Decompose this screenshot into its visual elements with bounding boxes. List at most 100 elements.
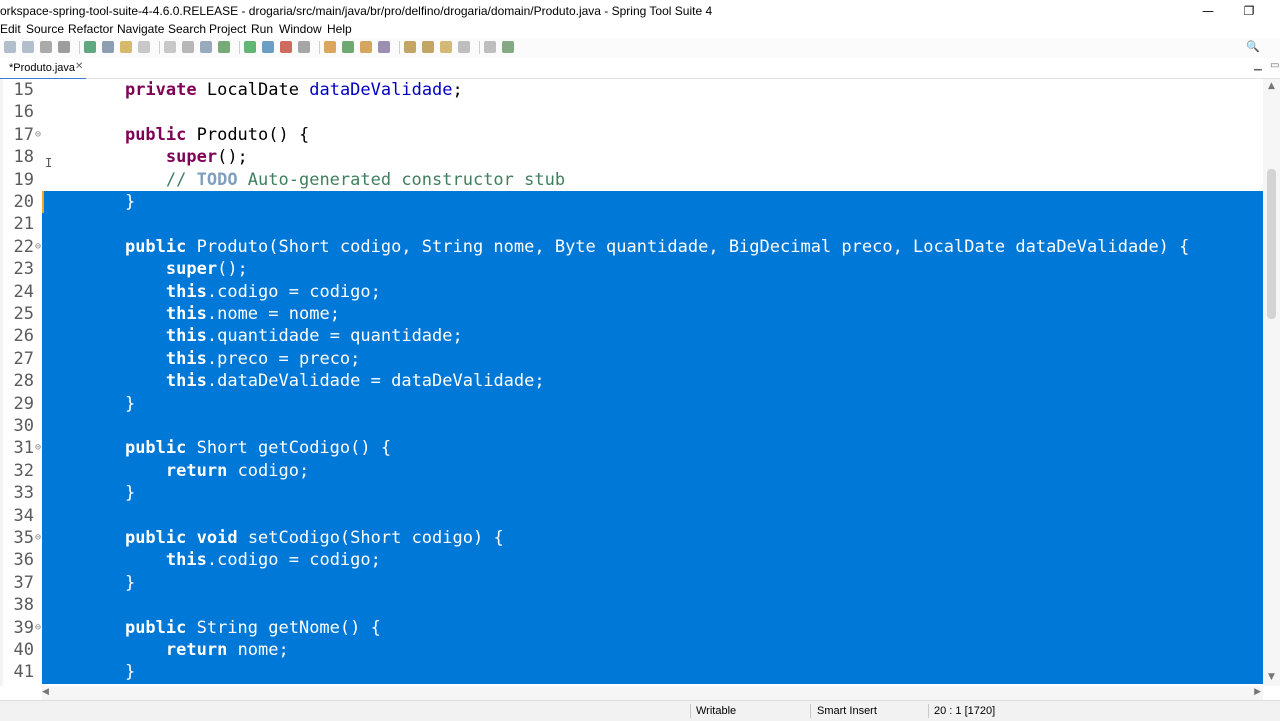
toolbar-separator (79, 41, 80, 54)
status-insert-mode: Smart Insert (817, 705, 877, 717)
code-line[interactable]: 19 // TODO Auto-generated constructor st… (0, 169, 1263, 191)
line-number: 39 (13, 617, 34, 638)
editor-tab-produto[interactable]: *Produto.java ✕ (0, 58, 86, 80)
code-line[interactable]: 28 this.dataDeValidade = dataDeValidade; (0, 370, 1263, 393)
scroll-down-icon[interactable]: ▼ (1263, 672, 1280, 682)
build-icon[interactable] (102, 41, 114, 53)
scroll-left-icon[interactable]: ◀ (42, 687, 49, 697)
save-icon[interactable] (4, 41, 16, 53)
line-number: 37 (13, 572, 34, 593)
code-line[interactable]: 15 private LocalDate dataDeValidade; (0, 79, 1263, 101)
pin-editor-icon[interactable] (502, 41, 514, 53)
fold-toggle-icon[interactable]: ⊖ (35, 527, 41, 549)
search-icon[interactable]: 🔍 (1246, 40, 1260, 54)
minimize-editor-icon[interactable]: ▁ (1254, 60, 1262, 71)
code-text (42, 594, 1263, 617)
code-line[interactable]: 29 } (0, 392, 1263, 415)
toolbar: 🔍 (0, 38, 1280, 58)
menu-source[interactable]: Source (26, 22, 64, 36)
code-line[interactable]: 32 return codigo; (0, 459, 1263, 483)
new-java-icon[interactable] (324, 41, 336, 53)
title-bar: orkspace-spring-tool-suite-4-4.6.0.RELEA… (0, 0, 1280, 22)
code-line[interactable]: 41 } (0, 661, 1263, 684)
menu-run[interactable]: Run (251, 22, 273, 36)
block-select-icon[interactable] (138, 41, 150, 53)
code-line[interactable]: 17 ⊖ public Produto() { (0, 124, 1263, 146)
code-line[interactable]: 33 } (0, 482, 1263, 505)
maximize-editor-icon[interactable]: ▭ (1270, 60, 1279, 71)
menu-window[interactable]: Window (279, 22, 322, 36)
back-icon[interactable] (458, 41, 470, 53)
code-text: public Short getCodigo() { (42, 437, 1263, 460)
skip-breakpoints-icon[interactable] (200, 41, 212, 53)
next-annotation-icon[interactable] (404, 41, 416, 53)
run-icon[interactable] (244, 41, 256, 53)
code-line[interactable]: 35 ⊖ public void setCodigo(Short codigo) … (0, 527, 1263, 550)
fold-toggle-icon[interactable]: ⊖ (35, 437, 41, 459)
line-number: 35 (13, 528, 34, 548)
fold-toggle-icon[interactable]: ⊖ (35, 617, 41, 639)
external-tools-icon[interactable] (298, 41, 310, 53)
code-line[interactable]: 37 } (0, 571, 1263, 595)
code-line[interactable]: 22 ⊖ public Produto(Short codigo, String … (0, 235, 1263, 259)
code-line[interactable]: 18 super(); (0, 146, 1263, 168)
forward-icon[interactable] (484, 41, 496, 53)
scroll-up-icon[interactable]: ▲ (1263, 81, 1280, 91)
maximize-button[interactable]: ❐ (1235, 2, 1263, 20)
fold-toggle-icon[interactable]: ⊖ (35, 124, 41, 146)
code-line[interactable]: 25 this.nome = nome; (0, 303, 1263, 326)
line-number: 21 (13, 214, 34, 235)
search-icon[interactable] (378, 41, 390, 53)
menu-refactor[interactable]: Refactor (68, 22, 113, 36)
code-text: this.codigo = codigo; (42, 549, 1263, 572)
stop-icon[interactable] (280, 41, 292, 53)
scroll-right-icon[interactable]: ▶ (1254, 687, 1261, 697)
run-coverage-icon[interactable] (262, 41, 274, 53)
code-line[interactable]: 23 super(); (0, 258, 1263, 281)
code-line[interactable]: 40 return nome; (0, 639, 1263, 662)
menu-project[interactable]: Project (209, 22, 246, 36)
menu-search[interactable]: Search (168, 22, 206, 36)
toggle-mark-icon[interactable] (120, 41, 132, 53)
vertical-scrollbar[interactable]: ▲ ▼ (1263, 79, 1280, 686)
show-whitespace-icon[interactable] (164, 41, 176, 53)
save-all-icon[interactable] (22, 41, 34, 53)
editor-tab-bar: *Produto.java ✕ ▁ ▭ (0, 58, 1280, 80)
prev-annotation-icon[interactable] (422, 41, 434, 53)
menu-help[interactable]: Help (327, 22, 352, 36)
code-line[interactable]: 39 ⊖ public String getNome() { (0, 616, 1263, 639)
close-icon[interactable]: ✕ (75, 61, 83, 72)
paragraph-icon[interactable] (182, 41, 194, 53)
cut-icon[interactable] (58, 41, 70, 53)
debug-icon[interactable] (84, 41, 96, 53)
code-line[interactable]: 16 (0, 101, 1263, 123)
editor-tab-label: *Produto.java (9, 62, 76, 74)
new-class-icon[interactable] (342, 41, 354, 53)
code-text: } (42, 661, 1263, 684)
code-line[interactable]: 21 (0, 213, 1263, 236)
code-line[interactable]: 24 this.codigo = codigo; (0, 280, 1263, 303)
run-debug-icon[interactable] (218, 41, 230, 53)
menu-navigate[interactable]: Navigate (117, 22, 164, 36)
code-text (42, 504, 1263, 527)
code-line[interactable]: 31 ⊖ public Short getCodigo() { (0, 437, 1263, 460)
print-icon[interactable] (40, 41, 52, 53)
horizontal-scrollbar[interactable]: ◀ ▶ (42, 686, 1263, 700)
code-line[interactable]: 34 (0, 504, 1263, 527)
code-line[interactable]: 30 (0, 415, 1263, 438)
menu-edit[interactable]: Edit (0, 22, 21, 36)
code-line[interactable]: 27 this.preco = preco; (0, 347, 1263, 371)
open-type-icon[interactable] (360, 41, 372, 53)
code-line[interactable]: 36 this.codigo = codigo; (0, 549, 1263, 572)
code-line[interactable]: 26 this.quantidade = quantidade; (0, 325, 1263, 348)
code-editor[interactable]: 15 private LocalDate dataDeValidade; 16 17… (0, 79, 1263, 686)
code-line[interactable]: 20 } (0, 191, 1263, 214)
last-edit-icon[interactable] (440, 41, 452, 53)
code-text: return codigo; (42, 459, 1263, 483)
minimize-button[interactable]: — (1194, 2, 1222, 20)
code-text: return nome; (42, 639, 1263, 662)
code-text: public void setCodigo(Short codigo) { (42, 527, 1263, 550)
fold-toggle-icon[interactable]: ⊖ (35, 236, 41, 258)
code-line[interactable]: 38 (0, 594, 1263, 617)
scrollbar-thumb[interactable] (1267, 169, 1276, 319)
